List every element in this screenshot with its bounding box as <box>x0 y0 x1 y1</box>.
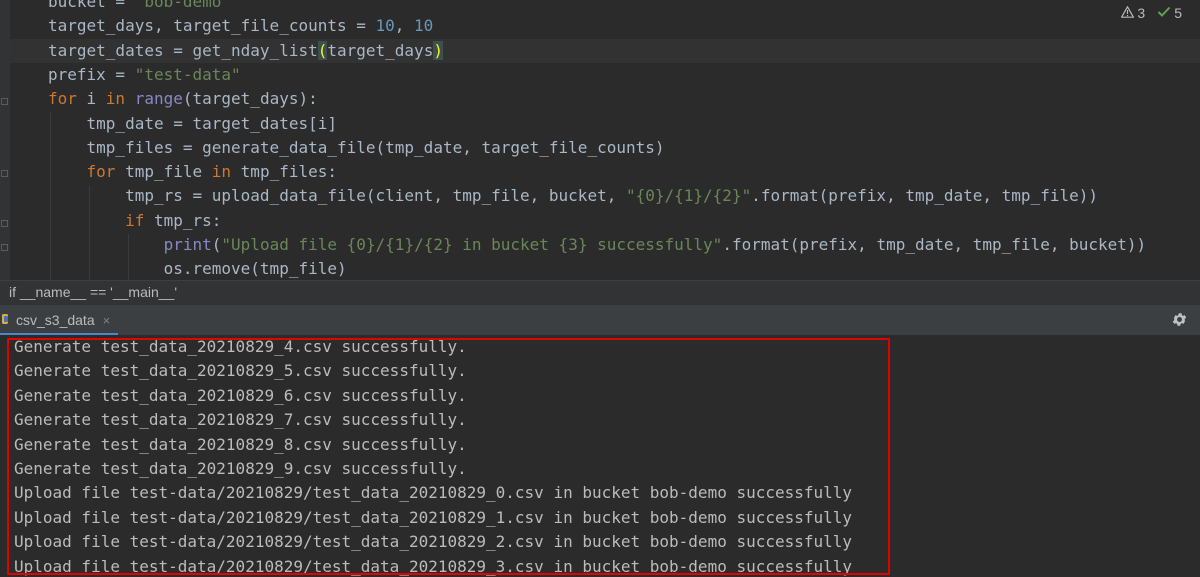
code-token: if <box>125 210 154 230</box>
code-token: for <box>48 89 87 109</box>
breadcrumb[interactable]: if __name__ == '__main__' <box>0 280 1200 304</box>
inspection-widget[interactable]: 3 5 <box>1120 5 1182 21</box>
code-token: for <box>86 162 126 182</box>
code-line[interactable]: print("Upload file {0}/{1}/{2} in bucket… <box>48 233 1147 257</box>
tab-label: csv_s3_data <box>16 312 95 328</box>
breadcrumb-item[interactable]: if __name__ == '__main__' <box>9 284 177 300</box>
fold-marker[interactable] <box>1 170 8 177</box>
code-token: ) <box>433 40 443 60</box>
code-line[interactable]: for i in range(target_days): <box>48 87 318 111</box>
code-token: in <box>211 162 241 182</box>
code-token: ( <box>211 235 222 254</box>
check-icon <box>1157 5 1171 21</box>
code-token: os.remove(tmp_file) <box>48 259 347 279</box>
python-run-icon <box>2 312 12 329</box>
code-token: tmp_rs = upload_data_file(client, tmp_fi… <box>48 186 626 206</box>
code-token: i <box>86 89 106 109</box>
code-token: .format(prefix, tmp_date, tmp_file, buck… <box>722 235 1147 254</box>
code-token: in <box>105 89 135 109</box>
highlight-annotation-box <box>7 338 890 575</box>
code-line[interactable]: if tmp_rs: <box>48 209 221 233</box>
code-line[interactable]: for tmp_file in tmp_files: <box>48 160 337 184</box>
close-icon[interactable]: × <box>103 313 111 328</box>
code-line[interactable]: bucket = "bob-demo" <box>48 0 231 14</box>
tab-run-config[interactable]: csv_s3_data × <box>0 305 119 336</box>
code-token: ( <box>317 40 328 60</box>
run-console[interactable]: Generate test_data_20210829_4.csv succes… <box>0 335 1200 577</box>
code-token: tmp_date = target_dates[i] <box>48 113 337 133</box>
code-line[interactable]: os.remove(tmp_file) <box>48 257 347 280</box>
code-token: tmp_rs: <box>153 210 222 230</box>
fold-marker[interactable] <box>1 220 8 227</box>
fold-marker[interactable] <box>1 98 8 105</box>
fold-marker[interactable] <box>1 244 8 251</box>
code-token: , <box>394 16 415 36</box>
gear-icon[interactable] <box>1171 311 1188 333</box>
code-token: "{0}/{1}/{2}" <box>625 186 752 206</box>
code-line[interactable]: target_days, target_file_counts = 10, 10 <box>48 14 433 38</box>
code-editor[interactable]: bucket = "bob-demo" target_days, target_f… <box>0 0 1200 280</box>
code-token: "bob-demo" <box>134 0 232 11</box>
code-token: target_days, target_file_counts = <box>48 16 376 36</box>
warning-count[interactable]: 3 <box>1120 5 1145 21</box>
code-token: target_dates = get_nday_list <box>48 40 318 60</box>
ok-count[interactable]: 5 <box>1157 5 1182 21</box>
code-line[interactable]: prefix = "test-data" <box>48 63 241 87</box>
warning-triangle-icon <box>1120 5 1135 21</box>
code-token: bucket = <box>48 0 135 11</box>
code-token: 10 <box>414 16 434 36</box>
code-token: tmp_files = generate_data_file(tmp_date,… <box>48 137 665 157</box>
code-token: range <box>134 89 183 109</box>
code-token: print <box>163 235 212 254</box>
code-token: "Upload file {0}/{1}/{2} in bucket {3} s… <box>221 235 723 254</box>
code-line[interactable]: target_dates = get_nday_list(target_days… <box>48 39 443 63</box>
run-tool-window-header: csv_s3_data × <box>0 304 1200 336</box>
code-token: target_days <box>327 40 434 60</box>
code-token: .format(prefix, tmp_date, tmp_file)) <box>751 186 1098 206</box>
code-token: 10 <box>375 16 395 36</box>
code-token: (target_days): <box>182 89 318 109</box>
code-line[interactable]: tmp_files = generate_data_file(tmp_date,… <box>48 136 665 160</box>
code-token: tmp_file <box>125 162 212 182</box>
code-line[interactable]: tmp_date = target_dates[i] <box>48 112 337 136</box>
code-line[interactable]: tmp_rs = upload_data_file(client, tmp_fi… <box>48 184 1098 208</box>
code-token: tmp_files: <box>240 162 337 182</box>
code-token: prefix = <box>48 64 135 84</box>
editor-gutter[interactable] <box>0 0 10 280</box>
code-token: "test-data" <box>134 64 241 84</box>
